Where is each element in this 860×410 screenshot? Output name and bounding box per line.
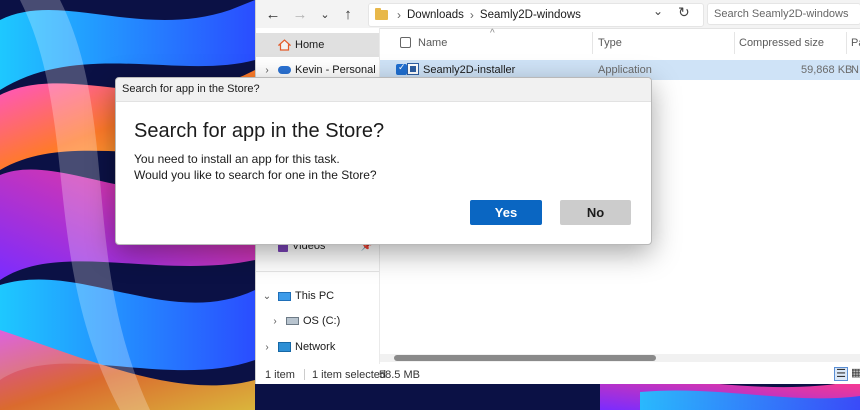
sidebar-item-label: Network	[295, 341, 336, 353]
refresh-icon[interactable]: ↻	[678, 4, 690, 21]
application-icon	[407, 63, 419, 75]
horizontal-scrollbar-thumb[interactable]	[394, 355, 656, 361]
selected-count: 1 item selected	[312, 369, 386, 381]
breadcrumb-seamly2d-windows[interactable]: Seamly2D-windows	[480, 9, 581, 21]
file-extra-column: N	[851, 64, 859, 76]
address-history-chevron-icon[interactable]: ⌄	[653, 4, 663, 18]
dialog-heading: Search for app in the Store?	[134, 120, 385, 142]
sort-up-icon: ^	[490, 28, 495, 39]
forward-arrow-icon[interactable]: →	[289, 4, 311, 24]
sidebar-item-os-c[interactable]: › OS (C:)	[256, 309, 379, 333]
column-separator[interactable]	[734, 32, 735, 54]
address-toolbar: ← → ⌄ ↑ › Downloads › Seamly2D-windows ⌄…	[256, 0, 860, 29]
no-button[interactable]: No	[560, 200, 631, 225]
file-type: Application	[598, 64, 652, 76]
status-bar: 1 item 1 item selected 58.5 MB ☰ ▦	[256, 364, 860, 384]
details-view-icon[interactable]: ☰	[834, 367, 848, 381]
sidebar-item-this-pc[interactable]: ⌄ This PC	[256, 284, 379, 308]
sidebar-item-label: Kevin - Personal	[295, 64, 376, 76]
network-icon	[278, 342, 291, 352]
sidebar-divider	[256, 271, 379, 272]
column-separator[interactable]	[592, 32, 593, 54]
dialog-title: Search for app in the Store?	[122, 83, 260, 95]
column-header-partial[interactable]: Pa	[851, 37, 860, 49]
recent-locations-chevron-icon[interactable]: ⌄	[314, 4, 336, 24]
selected-size: 58.5 MB	[379, 369, 420, 381]
file-compressed-size: 59,868 KB	[801, 64, 853, 76]
dialog-titlebar[interactable]: Search for app in the Store?	[116, 78, 651, 102]
file-name[interactable]: Seamly2D-installer	[423, 64, 515, 76]
item-count: 1 item	[265, 369, 295, 381]
dialog-message-line1: You need to install an app for this task…	[134, 152, 340, 166]
expand-chevron-icon[interactable]: ›	[256, 342, 278, 353]
up-arrow-icon[interactable]: ↑	[337, 4, 359, 24]
sidebar-item-label: OS (C:)	[303, 315, 341, 327]
search-input[interactable]	[707, 3, 860, 25]
column-header-type[interactable]: Type	[598, 37, 622, 49]
breadcrumb-separator-icon: ›	[469, 8, 474, 22]
home-icon	[278, 39, 291, 51]
breadcrumb-downloads[interactable]: Downloads	[407, 9, 464, 21]
yes-button[interactable]: Yes	[470, 200, 542, 225]
dialog-message-line2: Would you like to search for one in the …	[134, 168, 377, 182]
row-checkbox[interactable]	[396, 62, 407, 75]
status-divider	[304, 369, 305, 380]
column-separator[interactable]	[846, 32, 847, 54]
column-header-name[interactable]: Name	[418, 37, 447, 49]
sidebar-item-home[interactable]: Home	[256, 33, 379, 57]
expand-chevron-icon[interactable]: ›	[264, 316, 286, 327]
folder-icon	[375, 8, 388, 20]
back-arrow-icon[interactable]: ←	[262, 4, 284, 24]
cloud-icon	[278, 66, 291, 74]
sidebar-item-network[interactable]: › Network	[256, 335, 379, 359]
column-headers: ^ Name Type Compressed size Pa	[380, 28, 860, 58]
tiles-view-icon[interactable]: ▦	[851, 367, 860, 381]
collapse-chevron-icon[interactable]: ⌄	[256, 291, 278, 302]
breadcrumb-separator-icon: ›	[397, 8, 401, 22]
column-header-compressed-size[interactable]: Compressed size	[739, 37, 824, 49]
select-all-checkbox[interactable]	[400, 37, 411, 48]
sidebar-item-label: This PC	[295, 290, 335, 302]
store-search-dialog: Search for app in the Store? Search for …	[115, 77, 652, 245]
drive-icon	[286, 317, 299, 325]
expand-chevron-icon[interactable]: ›	[256, 65, 278, 76]
sidebar-item-label: Home	[295, 39, 325, 51]
this-pc-icon	[278, 291, 291, 301]
